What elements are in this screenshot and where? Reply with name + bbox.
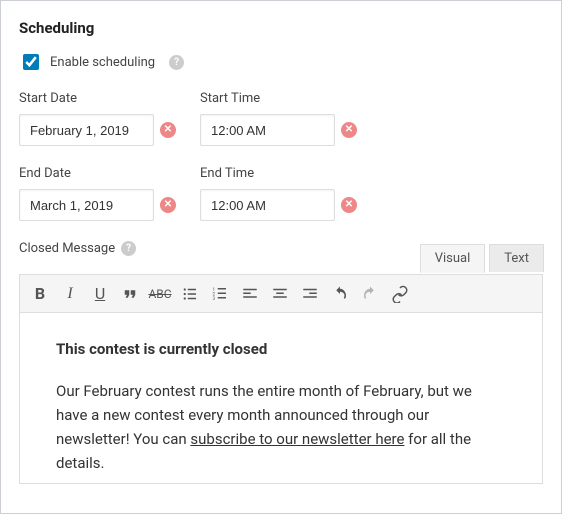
svg-text:3: 3 <box>213 296 216 302</box>
editor-toolbar: B I U ABC 123 <box>20 275 542 313</box>
align-center-icon[interactable] <box>266 280 294 308</box>
align-left-icon[interactable] <box>236 280 264 308</box>
align-right-icon[interactable] <box>296 280 324 308</box>
rich-text-editor: B I U ABC 123 <box>19 274 543 484</box>
editor-tabs: Visual Text <box>420 244 544 272</box>
start-row: Start Date ✕ Start Time ✕ <box>19 91 543 146</box>
start-time-group: Start Time ✕ <box>200 91 357 146</box>
tab-text[interactable]: Text <box>489 244 544 272</box>
enable-scheduling-checkbox[interactable] <box>23 54 39 70</box>
editor-content-area[interactable]: This contest is currently closed Our Feb… <box>20 313 542 483</box>
end-date-input[interactable] <box>19 189 154 221</box>
link-icon[interactable] <box>386 280 414 308</box>
blockquote-icon[interactable] <box>116 280 144 308</box>
editor-heading: This contest is currently closed <box>56 337 506 361</box>
end-row: End Date ✕ End Time ✕ <box>19 166 543 221</box>
enable-scheduling-label: Enable scheduling <box>50 55 155 70</box>
help-icon[interactable]: ? <box>121 241 136 256</box>
end-date-group: End Date ✕ <box>19 166 176 221</box>
end-date-label: End Date <box>19 166 176 181</box>
underline-icon[interactable]: U <box>86 280 114 308</box>
tab-visual[interactable]: Visual <box>420 244 486 273</box>
enable-scheduling-row: Enable scheduling ? <box>19 51 543 73</box>
clear-icon[interactable]: ✕ <box>160 197 176 213</box>
start-time-input[interactable] <box>200 114 335 146</box>
bold-icon[interactable]: B <box>26 280 54 308</box>
undo-icon[interactable] <box>326 280 354 308</box>
bullet-list-icon[interactable] <box>176 280 204 308</box>
end-time-group: End Time ✕ <box>200 166 357 221</box>
closed-message-label: Closed Message <box>19 241 115 256</box>
start-date-input[interactable] <box>19 114 154 146</box>
redo-icon[interactable] <box>356 280 384 308</box>
scheduling-panel: Scheduling Enable scheduling ? Start Dat… <box>0 0 562 514</box>
strikethrough-icon[interactable]: ABC <box>146 280 174 308</box>
numbered-list-icon[interactable]: 123 <box>206 280 234 308</box>
end-time-input[interactable] <box>200 189 335 221</box>
clear-icon[interactable]: ✕ <box>160 122 176 138</box>
start-time-label: Start Time <box>200 91 357 106</box>
editor-body: Our February contest runs the entire mon… <box>56 379 506 475</box>
italic-icon[interactable]: I <box>56 280 84 308</box>
clear-icon[interactable]: ✕ <box>341 122 357 138</box>
section-title: Scheduling <box>19 19 543 37</box>
end-time-label: End Time <box>200 166 357 181</box>
newsletter-link[interactable]: subscribe to our newsletter here <box>190 430 404 448</box>
start-date-label: Start Date <box>19 91 176 106</box>
start-date-group: Start Date ✕ <box>19 91 176 146</box>
help-icon[interactable]: ? <box>169 55 184 70</box>
clear-icon[interactable]: ✕ <box>341 197 357 213</box>
